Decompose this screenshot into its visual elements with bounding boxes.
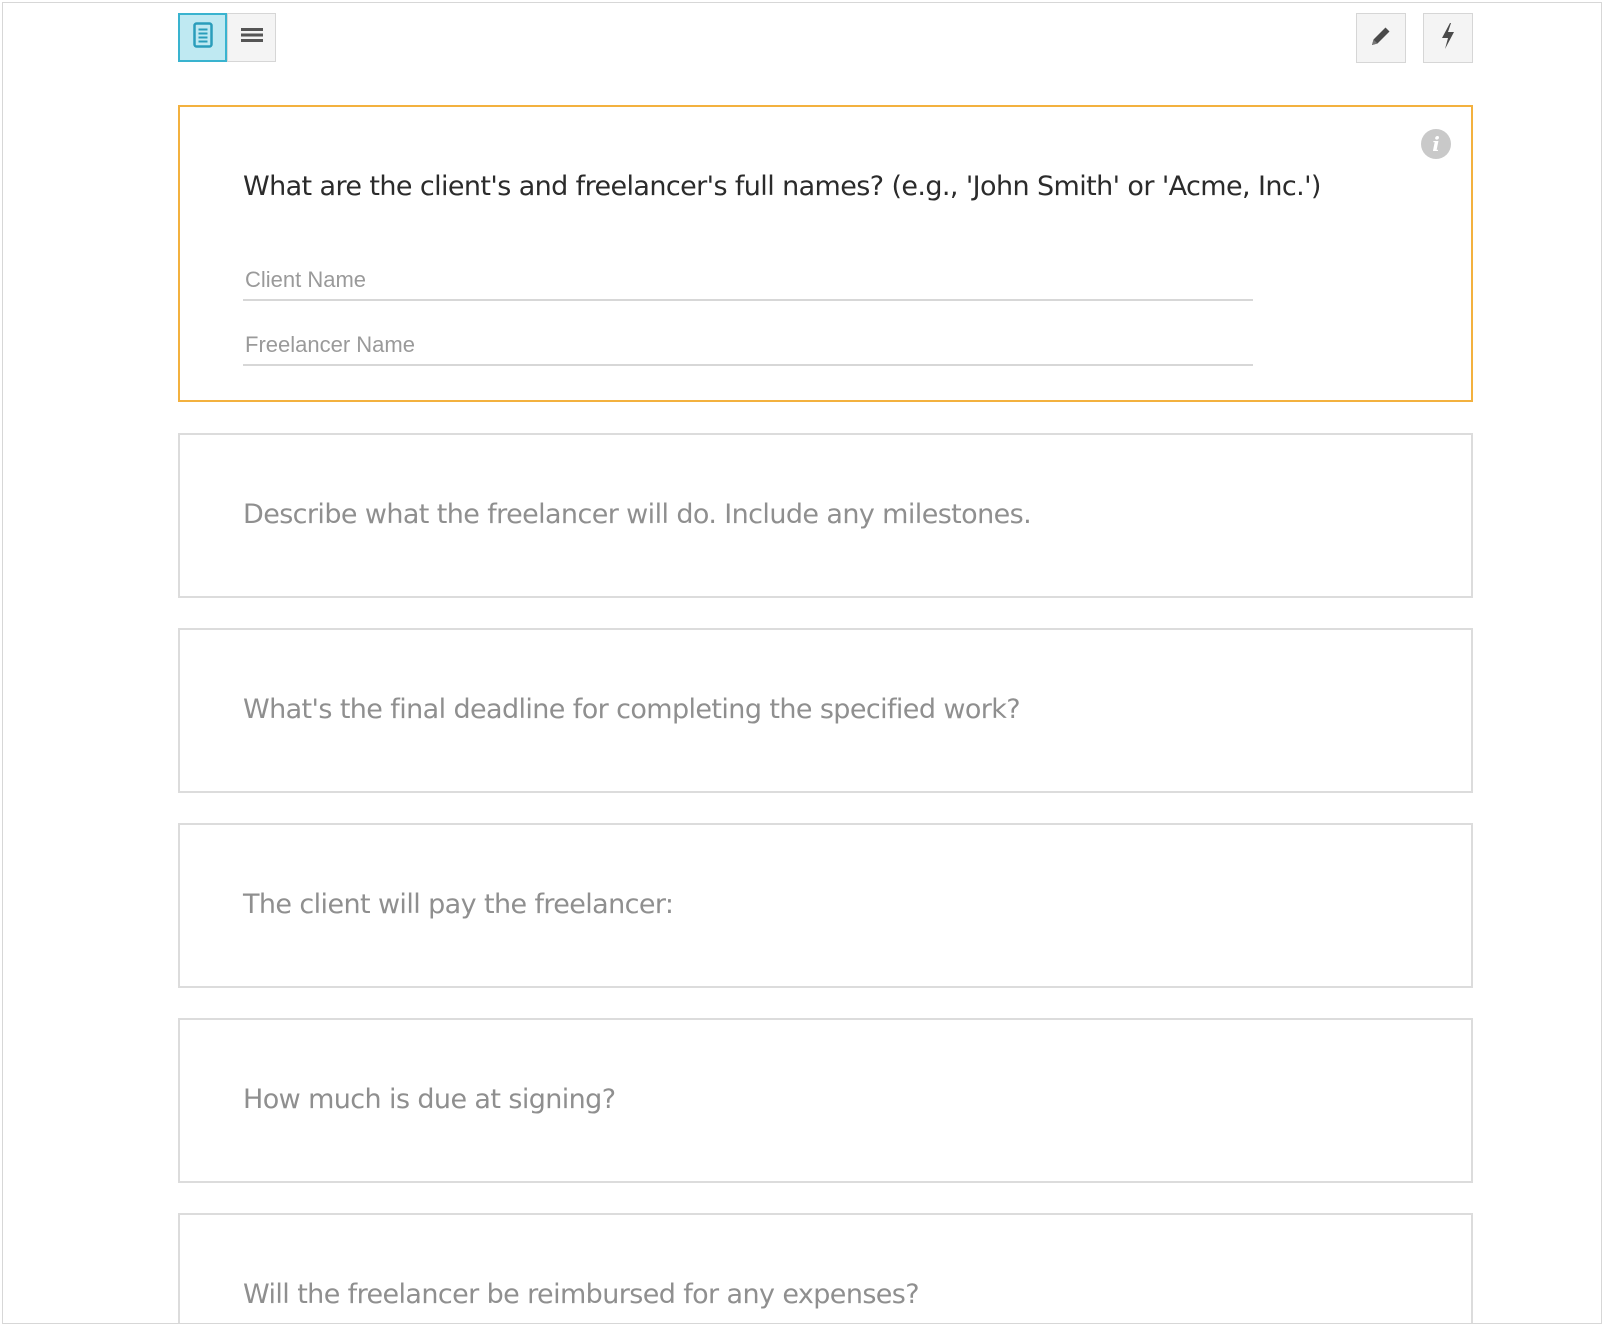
list-icon xyxy=(240,27,263,48)
question-card-expenses[interactable]: Will the freelancer be reimbursed for an… xyxy=(178,1213,1473,1323)
question-card-work-description[interactable]: Describe what the freelancer will do. In… xyxy=(178,433,1473,598)
document-view-button[interactable] xyxy=(178,13,227,62)
lightning-icon xyxy=(1440,22,1456,55)
freelancer-name-input[interactable] xyxy=(243,326,1253,366)
question-card-names[interactable]: i What are the client's and freelancer's… xyxy=(178,105,1473,402)
edit-button[interactable] xyxy=(1356,13,1406,63)
pencil-icon xyxy=(1369,24,1393,53)
list-view-button[interactable] xyxy=(227,13,276,62)
toolbar xyxy=(178,13,1473,65)
question-card-due-at-signing[interactable]: How much is due at signing? xyxy=(178,1018,1473,1183)
question-text: How much is due at signing? xyxy=(243,1084,616,1115)
info-icon[interactable]: i xyxy=(1421,129,1451,159)
question-text: Describe what the freelancer will do. In… xyxy=(243,499,1032,530)
question-card-deadline[interactable]: What's the final deadline for completing… xyxy=(178,628,1473,793)
client-name-input[interactable] xyxy=(243,261,1253,301)
questionnaire-page: i What are the client's and freelancer's… xyxy=(2,2,1602,1324)
toolbar-actions xyxy=(1356,13,1473,63)
question-card-payment[interactable]: The client will pay the freelancer: xyxy=(178,823,1473,988)
document-icon xyxy=(192,22,213,53)
quick-action-button[interactable] xyxy=(1423,13,1473,63)
question-text: Will the freelancer be reimbursed for an… xyxy=(243,1279,920,1310)
question-text: What's the final deadline for completing… xyxy=(243,694,1021,725)
view-toggle xyxy=(178,13,276,62)
question-text: The client will pay the freelancer: xyxy=(243,889,674,920)
question-text: What are the client's and freelancer's f… xyxy=(243,171,1321,202)
